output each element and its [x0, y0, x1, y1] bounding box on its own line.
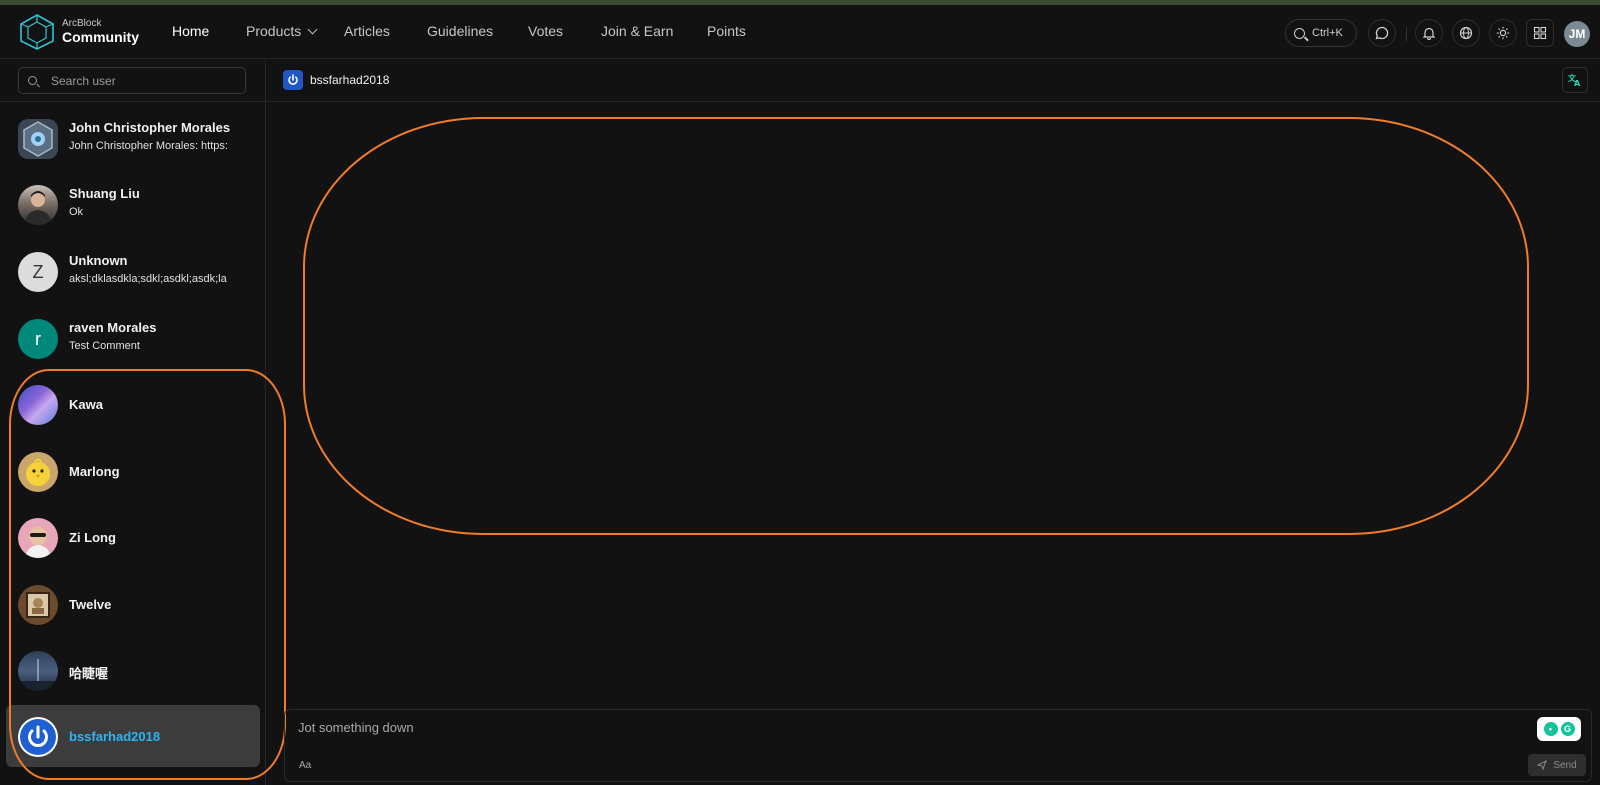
highlight-annotation-message-area: [303, 117, 1529, 535]
notifications-button[interactable]: [1415, 19, 1443, 47]
avatar: [18, 185, 58, 225]
user-search-input[interactable]: [51, 73, 231, 88]
chat-header: bssfarhad2018 文A: [267, 60, 1600, 102]
chat-button[interactable]: [1368, 19, 1396, 47]
highlight-annotation-contact-list: [9, 369, 286, 780]
chat-avatar: [283, 70, 303, 90]
send-icon: [1537, 760, 1548, 770]
translate-button[interactable]: 文A: [1562, 67, 1588, 93]
message-input[interactable]: [298, 720, 1498, 742]
grammarly-icon: G: [1560, 722, 1575, 736]
send-button[interactable]: Send: [1528, 754, 1586, 776]
brand-name-bottom: Community: [62, 28, 139, 45]
apps-grid-icon: [1533, 26, 1547, 40]
contact-name: raven Morales: [69, 320, 157, 335]
grammarly-widget[interactable]: • G: [1537, 717, 1581, 741]
contact-last-message: Test Comment: [69, 340, 140, 352]
nav-products[interactable]: Products: [246, 23, 318, 39]
sidebar-divider: [0, 101, 266, 102]
avatar: r: [18, 319, 58, 359]
contact-last-message: John Christopher Morales: https:: [69, 140, 228, 152]
nav-join-earn[interactable]: Join & Earn: [601, 23, 673, 39]
nav-votes[interactable]: Votes: [528, 23, 563, 39]
contact-item[interactable]: Z Unknown aksl;dklasdkla;sdkl;asdkl;asdk…: [6, 240, 260, 302]
power-icon: [288, 74, 298, 85]
translate-icon: 文A: [1568, 73, 1581, 87]
contact-last-message: aksl;dklasdkla;sdkl;asdkl;asdk;la: [69, 273, 227, 285]
contact-item[interactable]: Shuang Liu Ok: [6, 173, 260, 235]
arcblock-logo-icon: [20, 14, 54, 50]
search-shortcut-label: Ctrl+K: [1312, 27, 1343, 39]
contact-last-message: Ok: [69, 206, 84, 218]
badge-icon: [23, 121, 53, 157]
search-icon: [28, 76, 37, 85]
search-icon: [1294, 27, 1305, 39]
nav-articles[interactable]: Articles: [344, 23, 390, 39]
user-avatar[interactable]: JM: [1564, 21, 1590, 47]
chat-icon: [1375, 26, 1389, 40]
text-format-icon[interactable]: Aa: [299, 760, 311, 771]
avatar: Z: [18, 252, 58, 292]
svg-text:A: A: [1574, 79, 1581, 87]
chevron-down-icon: [307, 24, 318, 35]
send-label: Send: [1553, 759, 1577, 771]
nav-guidelines[interactable]: Guidelines: [427, 23, 493, 39]
avatar: [18, 119, 58, 159]
sun-icon: [1496, 26, 1510, 40]
contact-name: Unknown: [69, 253, 128, 268]
chat-title: bssfarhad2018: [310, 73, 390, 87]
header-divider: [1406, 27, 1407, 41]
contact-item[interactable]: r raven Morales Test Comment: [6, 307, 260, 369]
contact-name: John Christopher Morales: [69, 120, 231, 135]
contact-item[interactable]: John Christopher Morales John Christophe…: [6, 107, 260, 169]
nav-points[interactable]: Points: [707, 23, 746, 39]
global-search-button[interactable]: Ctrl+K: [1285, 19, 1357, 47]
nav-products-label: Products: [246, 23, 302, 39]
top-header: ArcBlock Community Home Products Article…: [0, 5, 1600, 59]
language-button[interactable]: [1452, 19, 1480, 47]
apps-button[interactable]: [1526, 19, 1554, 47]
bulb-icon: •: [1543, 722, 1558, 736]
message-composer: Aa • G Send: [284, 709, 1592, 782]
bell-icon: [1422, 27, 1436, 40]
person-photo-icon: [24, 191, 52, 225]
contact-name: Shuang Liu: [69, 186, 140, 201]
nav-home[interactable]: Home: [172, 23, 209, 39]
globe-icon: [1459, 26, 1473, 40]
user-search-box[interactable]: [18, 67, 246, 94]
brand-logo[interactable]: ArcBlock Community: [20, 14, 139, 50]
theme-toggle-button[interactable]: [1489, 19, 1517, 47]
